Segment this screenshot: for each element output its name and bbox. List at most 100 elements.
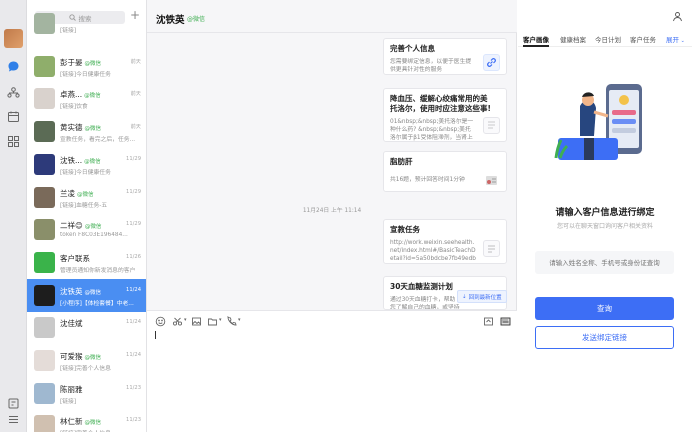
tab-today-plan[interactable]: 今日计划	[595, 34, 621, 44]
image-icon[interactable]	[191, 316, 202, 327]
contact-avatar	[34, 382, 55, 404]
wechat-tag: @微信	[84, 224, 102, 231]
contact-avatar	[34, 219, 55, 241]
contact-name: 二祥😊 @微信	[60, 220, 101, 231]
customer-search-input[interactable]	[535, 251, 674, 274]
calendar-icon[interactable]	[7, 110, 20, 123]
contact-item[interactable]: 客户联系 管理员通知你新发消息的客户 11/26	[27, 246, 146, 279]
contact-name: 兰凌 @微信	[60, 188, 94, 199]
phone-caret-icon[interactable]: ▾	[238, 317, 241, 323]
wechat-tag: @微信	[84, 355, 102, 361]
keyboard-icon[interactable]	[500, 316, 511, 327]
contact-item[interactable]: 沈铁... @微信 [链接]今日健康任务 11/29	[27, 148, 146, 181]
query-button[interactable]: 查询	[535, 297, 674, 320]
bind-subheading: 您可以在聊天窗口询问客户相关资料	[556, 223, 653, 230]
user-avatar[interactable]	[4, 29, 23, 48]
contact-name	[60, 15, 62, 24]
phone-icon[interactable]	[226, 316, 237, 327]
message-card-profile[interactable]: 完善个人信息 您需要绑定信息，以便于医生提供更具针对性的服务	[383, 38, 507, 75]
contact-time: 11/24	[126, 319, 141, 326]
card-desc: 通过30天血糖打卡，帮助您了解自己的血糖，或坚持测量血糖的习惯，从而更好的进行血…	[390, 297, 460, 310]
contact-time: 11/23	[126, 384, 141, 391]
article-icon	[483, 117, 500, 134]
tab-customer-profile[interactable]: 客户画像	[523, 34, 549, 44]
tag-icon[interactable]	[7, 397, 20, 410]
contact-item[interactable]: 卓燕... @微信 [链接]饮食 前天	[27, 82, 146, 115]
contact-last-message: [小程序]【体检套餐】中老...	[60, 300, 134, 307]
screen-icon[interactable]	[483, 316, 494, 327]
send-bind-link-label: 发送绑定链接	[582, 333, 627, 342]
contact-avatar	[34, 88, 55, 110]
bind-heading: 请输入客户信息进行绑定	[555, 208, 655, 218]
contact-avatar	[34, 13, 55, 34]
contact-avatar	[34, 284, 55, 306]
contact-item[interactable]: 兰凌 @微信 [链接]血糖任务-五 11/29	[27, 181, 146, 214]
folder-caret-icon[interactable]: ▾	[219, 317, 222, 323]
folder-icon[interactable]	[207, 316, 218, 327]
wechat-tag: @微信	[77, 191, 94, 198]
contact-name-text: 黄实德	[60, 123, 83, 133]
chat-header: 沈铁英 @微信	[147, 0, 517, 33]
apps-icon[interactable]	[7, 135, 20, 148]
active-tab-indicator	[523, 45, 549, 47]
message-card-article[interactable]: 降血压、缓解心绞痛常用的美托洛尔，使用时应注意这些事! 01&nbsp;&nbs…	[383, 88, 507, 142]
contact-name-text: 可爱猴	[60, 352, 83, 361]
wechat-tag: @微信	[84, 93, 101, 100]
back-to-latest-button[interactable]: ⇣ 回到最新位置	[457, 290, 507, 303]
contact-item[interactable]: 沈佳斌 11/24	[27, 311, 146, 344]
wechat-tag: @微信	[84, 158, 101, 165]
send-bind-link-button[interactable]: 发送绑定链接	[535, 326, 674, 349]
message-card-survey[interactable]: 脂肪肝 共16题，预计回答时间1分钟	[383, 151, 507, 192]
contact-last-message: [链接]今日健康任务	[60, 71, 111, 78]
card-desc: 01&nbsp;&nbsp;美托洛尔是一种什么药? &nbsp;&nbsp;美托…	[390, 119, 474, 141]
scissors-icon[interactable]	[172, 316, 183, 327]
card-title: 脂肪肝	[390, 157, 413, 166]
emoji-icon[interactable]	[155, 316, 166, 327]
contact-last-message: 宣教任务，看完之后，任务...	[60, 137, 136, 144]
contact-avatar	[34, 153, 55, 175]
chat-wechat-tag: @微信	[187, 16, 206, 23]
contact-time: 11/24	[126, 286, 141, 293]
contact-item[interactable]: 沈铁英 @微信 [小程序]【体检套餐】中老... 11/24	[27, 278, 146, 312]
tab-customer-tasks[interactable]: 客户任务	[630, 34, 656, 44]
contact-name-text: 林仁新	[60, 417, 83, 427]
contact-avatar	[34, 55, 55, 77]
contacts-icon[interactable]	[7, 86, 20, 99]
contact-time: 11/29	[126, 155, 141, 162]
dropdown-caret-icon[interactable]: ▾	[184, 317, 187, 323]
contact-name: 林仁新 @微信	[60, 416, 101, 427]
binding-illustration	[554, 84, 642, 160]
contact-item[interactable]: [链接]	[27, 13, 146, 40]
contact-item[interactable]: 可爱猴 @微信 [链接]完善个人信息 11/24	[27, 344, 146, 377]
tab-health-record[interactable]: 健康档案	[560, 34, 586, 44]
contact-name: 沈铁英 @微信	[60, 286, 101, 297]
contact-item[interactable]: 彭于晏 @微信 [链接]今日健康任务 前天	[27, 50, 146, 83]
contact-item[interactable]: 二祥😊 @微信 token F8C03E196484... 11/29	[27, 213, 146, 246]
contact-name-text: 客户联系	[60, 253, 90, 263]
text-cursor[interactable]	[155, 331, 156, 339]
message-card-education[interactable]: 宣教任务 http://work.weixin.seehealth.net/in…	[383, 219, 507, 264]
menu-icon[interactable]	[7, 413, 20, 426]
chat-icon[interactable]	[7, 60, 20, 73]
document-icon	[483, 240, 500, 257]
arrow-down-icon: ⇣	[462, 293, 467, 300]
contact-item[interactable]: 林仁新@微信[链接]完善个人信息 11/23	[27, 409, 146, 432]
contact-last-message: [链接]	[60, 28, 77, 34]
contact-name: 沈铁... @微信	[60, 155, 101, 166]
contact-last-message: [链接]今日健康任务	[60, 169, 111, 176]
contact-item[interactable]: 陈丽雅 [链接] 11/23	[27, 377, 146, 410]
query-button-label: 查询	[597, 304, 612, 313]
contact-name-text: 沈铁...	[60, 155, 83, 165]
contact-item[interactable]: 黄实德 @微信 宣教任务，看完之后，任务... 前天	[27, 115, 146, 148]
profile-icon[interactable]	[672, 11, 683, 22]
contact-name-text: 陈丽雅	[60, 384, 83, 394]
contact-last-message: [链接]血糖任务-五	[60, 202, 108, 209]
contact-avatar	[34, 251, 55, 273]
card-title: 降血压、缓解心绞痛常用的美托洛尔，使用时应注意这些事!	[390, 94, 491, 113]
tab-expand[interactable]: 展开 ⌄	[666, 34, 685, 44]
contact-name-text: 沈铁英	[60, 286, 83, 296]
contact-name: 沈佳斌	[60, 318, 85, 329]
back-to-latest-label: 回到最新位置	[468, 294, 502, 301]
card-desc: 您需要绑定信息，以便于医生提供更具针对性的服务	[390, 59, 472, 73]
customer-panel: 客户画像 健康档案 今日计划 客户任务 展开 ⌄ 请输入客户信息进行绑定 您可以…	[518, 0, 692, 432]
